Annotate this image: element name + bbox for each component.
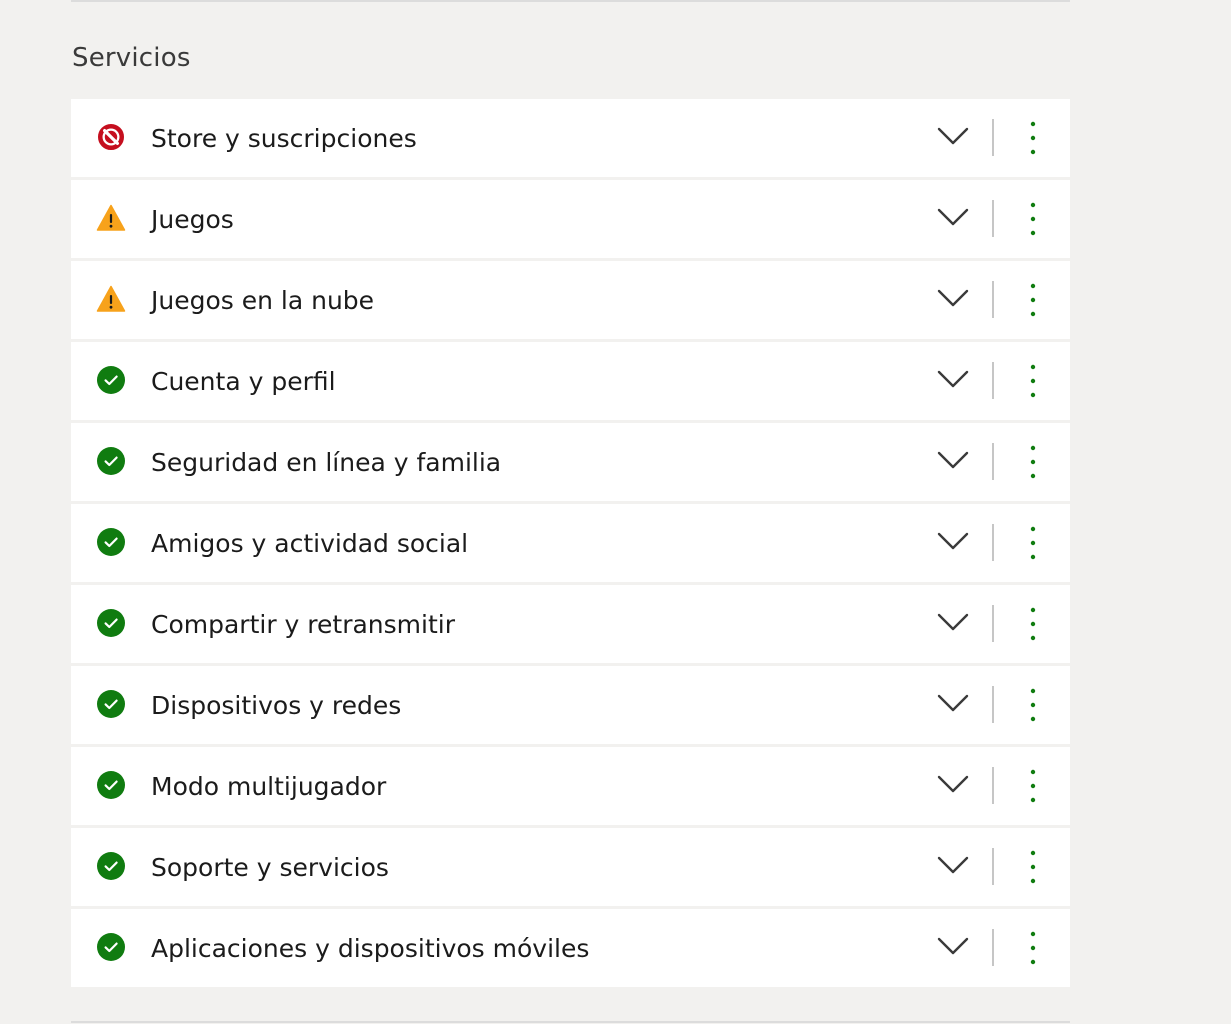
check-circle-icon [96,527,126,557]
more-vertical-icon [1030,364,1036,398]
row-separator [992,686,994,723]
more-options-button[interactable] [1018,279,1048,321]
service-label: Compartir y retransmitir [151,610,455,639]
service-row[interactable]: Dispositivos y redes [71,666,1070,744]
service-row[interactable]: Seguridad en línea y familia [71,423,1070,501]
more-options-button[interactable] [1018,765,1048,807]
service-row[interactable]: Juegos [71,180,1070,258]
more-vertical-icon [1030,526,1036,560]
expand-button[interactable] [929,605,977,643]
expand-button[interactable] [929,281,977,319]
warning-icon [96,203,126,233]
chevron-down-icon [937,937,969,955]
chevron-down-icon [937,289,969,307]
more-vertical-icon [1030,445,1036,479]
row-separator [992,281,994,318]
expand-button[interactable] [929,443,977,481]
services-list: Store y suscripciones Juegos Juegos en l… [71,99,1070,990]
check-circle-icon [96,608,126,638]
service-label: Juegos [151,205,234,234]
row-separator [992,443,994,480]
more-vertical-icon [1030,121,1036,155]
service-label: Juegos en la nube [151,286,375,315]
more-options-button[interactable] [1018,927,1048,969]
row-separator [992,767,994,804]
section-title: Servicios [72,43,191,73]
service-row[interactable]: Aplicaciones y dispositivos móviles [71,909,1070,987]
bottom-divider [71,1021,1070,1023]
top-divider [71,0,1070,2]
row-separator [992,605,994,642]
more-vertical-icon [1030,850,1036,884]
more-options-button[interactable] [1018,360,1048,402]
expand-button[interactable] [929,362,977,400]
expand-button[interactable] [929,767,977,805]
more-options-button[interactable] [1018,522,1048,564]
more-options-button[interactable] [1018,117,1048,159]
check-circle-icon [96,851,126,881]
service-row[interactable]: Soporte y servicios [71,828,1070,906]
service-row[interactable]: Juegos en la nube [71,261,1070,339]
service-label: Cuenta y perfil [151,367,336,396]
row-separator [992,362,994,399]
service-row[interactable]: Compartir y retransmitir [71,585,1070,663]
blocked-icon [96,122,126,152]
more-options-button[interactable] [1018,846,1048,888]
expand-button[interactable] [929,119,977,157]
more-options-button[interactable] [1018,198,1048,240]
row-separator [992,929,994,966]
service-label: Modo multijugador [151,772,387,801]
row-separator [992,524,994,561]
chevron-down-icon [937,775,969,793]
service-label: Aplicaciones y dispositivos móviles [151,934,590,963]
more-vertical-icon [1030,283,1036,317]
more-options-button[interactable] [1018,603,1048,645]
check-circle-icon [96,365,126,395]
row-separator [992,848,994,885]
chevron-down-icon [937,370,969,388]
chevron-down-icon [937,532,969,550]
service-row[interactable]: Store y suscripciones [71,99,1070,177]
more-vertical-icon [1030,607,1036,641]
service-row[interactable]: Modo multijugador [71,747,1070,825]
service-row[interactable]: Amigos y actividad social [71,504,1070,582]
check-circle-icon [96,770,126,800]
expand-button[interactable] [929,848,977,886]
expand-button[interactable] [929,686,977,724]
check-circle-icon [96,932,126,962]
more-vertical-icon [1030,931,1036,965]
service-label: Amigos y actividad social [151,529,469,558]
service-label: Seguridad en línea y familia [151,448,502,477]
expand-button[interactable] [929,929,977,967]
chevron-down-icon [937,856,969,874]
chevron-down-icon [937,694,969,712]
more-vertical-icon [1030,769,1036,803]
check-circle-icon [96,446,126,476]
chevron-down-icon [937,451,969,469]
chevron-down-icon [937,127,969,145]
more-options-button[interactable] [1018,684,1048,726]
chevron-down-icon [937,613,969,631]
check-circle-icon [96,689,126,719]
more-options-button[interactable] [1018,441,1048,483]
service-label: Store y suscripciones [151,124,417,153]
warning-icon [96,284,126,314]
row-separator [992,119,994,156]
service-label: Dispositivos y redes [151,691,402,720]
expand-button[interactable] [929,524,977,562]
more-vertical-icon [1030,202,1036,236]
service-label: Soporte y servicios [151,853,389,882]
chevron-down-icon [937,208,969,226]
more-vertical-icon [1030,688,1036,722]
row-separator [992,200,994,237]
expand-button[interactable] [929,200,977,238]
service-row[interactable]: Cuenta y perfil [71,342,1070,420]
